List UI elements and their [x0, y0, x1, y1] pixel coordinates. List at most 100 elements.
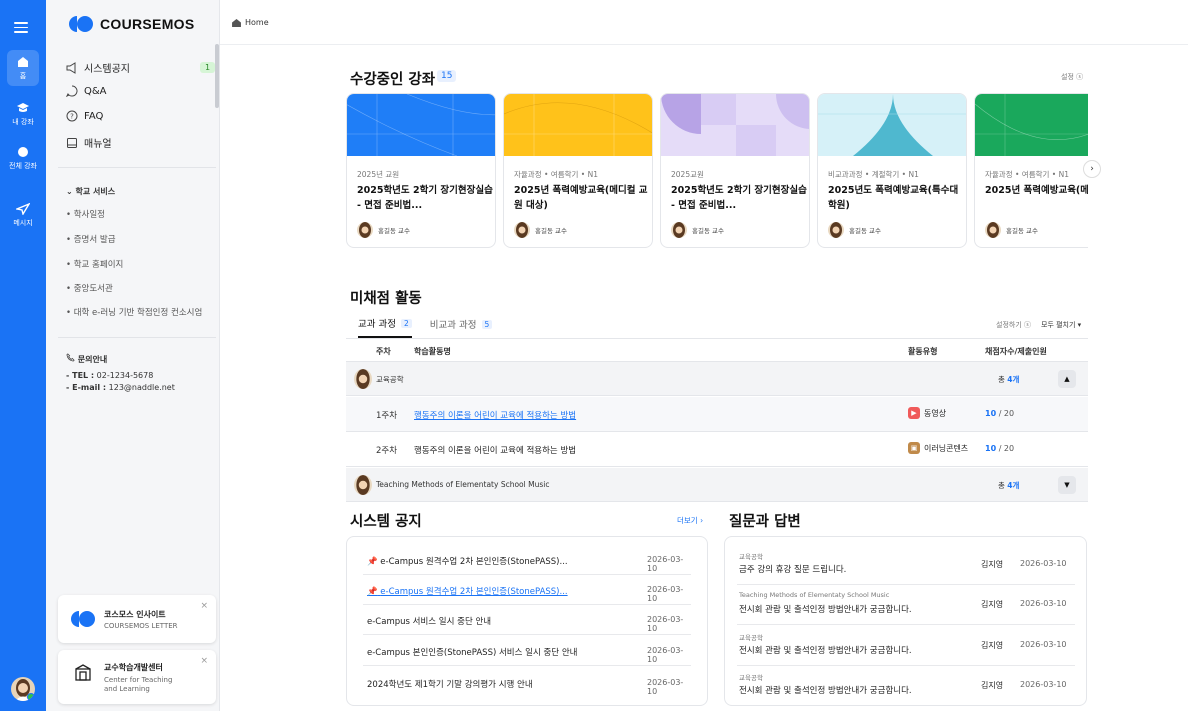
group-name: 교육공학	[376, 375, 404, 384]
notice-title: e-Campus 원격수업 2차 본인인증(StonePASS)...	[380, 587, 568, 597]
course-group-row[interactable]: 교육공학 총 4개 ▲	[346, 362, 1088, 396]
nav-item-notices[interactable]: 시스템공지 1	[66, 60, 216, 75]
course-card[interactable]: 자율과정 • 여름학기 • N1 2025년 폭력예방교육(메디컬 교원 대상)…	[503, 93, 653, 248]
qna-author: 김지영	[981, 560, 1004, 569]
carousel-next-button[interactable]: ›	[1083, 160, 1101, 178]
tab-extracurricular[interactable]: 비교과 과정 5	[430, 316, 493, 338]
notices-panel: 📌 e-Campus 원격수업 2차 본인인증(StonePASS)... 20…	[346, 536, 708, 706]
notice-date: 2026-03-10	[647, 555, 684, 573]
course-title: 2025년 폭력예방교육(메디컬 교원 대상)	[985, 185, 1088, 196]
logo[interactable]: COURSEMOS	[68, 15, 195, 33]
menu-icon[interactable]	[14, 22, 28, 36]
ungraded-table-header: 주차 학습활동명 활동유형 채점자수/제출인원	[346, 338, 1088, 362]
group-name: Teaching Methods of Elementaty School Mu…	[376, 480, 550, 489]
course-group-row[interactable]: Teaching Methods of Elementaty School Mu…	[346, 468, 1088, 502]
promo-card-ctl[interactable]: 교수학습개발센터 Center for Teaching and Learnin…	[58, 650, 216, 704]
icon-rail: 홈 내 강좌 전체 강좌 메시지	[0, 0, 46, 711]
help-circle-icon: ?	[66, 110, 78, 122]
course-professor: 홍길동 교수	[985, 222, 1038, 238]
close-icon[interactable]: ×	[200, 656, 208, 666]
notice-item[interactable]: 📌 e-Campus 원격수업 2차 본인인증(StonePASS)... 20…	[363, 575, 691, 605]
activity-link[interactable]: 행동주의 이론을 어린이 교육에 적용하는 방법	[414, 444, 576, 456]
email-value: 123@naddle.net	[108, 383, 175, 392]
activity-row[interactable]: 1주차 행동주의 이론을 어린이 교육에 적용하는 방법 ▶ 동영상 10 / 2…	[346, 397, 1088, 432]
section-title: 학교 서비스	[75, 187, 116, 196]
course-thumbnail	[975, 94, 1088, 156]
link-library[interactable]: • 중앙도서관	[66, 282, 113, 294]
total-prefix: 총	[998, 375, 1005, 384]
rail-label: 전체 강좌	[9, 162, 37, 170]
course-card[interactable]: 자율과정 • 여름학기 • N1 2025년 폭력예방교육(메디컬 교원 대상)…	[974, 93, 1088, 248]
link-academic-calendar[interactable]: • 학사일정	[66, 208, 105, 220]
tel-label: - TEL :	[66, 371, 95, 380]
group-total: 총 4개	[998, 480, 1019, 491]
notice-title: e-Campus 서비스 일시 중단 안내	[367, 617, 492, 627]
online-status-dot	[27, 693, 35, 701]
person-icon	[987, 222, 999, 238]
nav-item-faq[interactable]: ? FAQ	[66, 110, 103, 122]
link-school-homepage[interactable]: • 학교 홈페이지	[66, 258, 123, 270]
professor-name: 홍길동 교수	[1006, 227, 1038, 235]
promo-card-insight[interactable]: 코스모스 인사이트 COURSEMOS LETTER ×	[58, 595, 216, 643]
tab-label: 교과 과정	[358, 319, 396, 330]
expand-all-button[interactable]: 모두 펼치기 ▾	[1041, 320, 1081, 330]
notice-item[interactable]: e-Campus 본인인증(StonePASS) 서비스 일시 중단 안내 20…	[363, 636, 691, 666]
email-label: - E-mail :	[66, 383, 107, 392]
course-card[interactable]: 2025년 교원 2025학년도 2학기 장기현장실습 - 면접 준비법... …	[346, 93, 496, 248]
home-icon	[18, 57, 28, 67]
qna-category: 교육공학	[739, 553, 763, 561]
activity-link[interactable]: 행동주의 이론을 어린이 교육에 적용하는 방법	[414, 409, 576, 421]
rail-item-my-courses[interactable]: 내 강좌	[0, 102, 46, 127]
link-certificate[interactable]: • 증명서 발급	[66, 233, 116, 245]
notice-item[interactable]: 📌 e-Campus 원격수업 2차 본인인증(StonePASS)... 20…	[363, 545, 691, 575]
promo-subtitle: Center for Teaching and Learning	[104, 676, 173, 693]
qna-date: 2026-03-10	[1020, 559, 1067, 568]
qna-item[interactable]: 교육공학 금주 강의 휴강 질문 드립니다. 김지영 2026-03-10	[737, 545, 1075, 585]
course-card[interactable]: 비교과과정 • 계절학기 • N1 2025년도 폭력예방교육(특수대학원) 홍…	[817, 93, 967, 248]
rail-item-all-courses[interactable]: 전체 강좌	[0, 146, 46, 171]
tab-curricular[interactable]: 교과 과정 2	[358, 316, 412, 338]
top-bar: Home	[220, 0, 1188, 45]
notice-text: 📌 e-Campus 원격수업 2차 본인인증(StonePASS)...	[367, 585, 568, 597]
col-graded: 채점자수/제출인원	[985, 347, 1047, 356]
qna-question: 전시회 관람 및 출석인정 방법안내가 궁금합니다.	[739, 686, 912, 696]
nav-item-manual[interactable]: 매뉴얼	[66, 135, 112, 150]
rail-item-home[interactable]: 홈	[0, 50, 46, 86]
notices-more-link[interactable]: 더보기 ›	[677, 515, 703, 526]
notice-item[interactable]: e-Campus 서비스 일시 중단 안내 2026-03-10	[363, 605, 691, 635]
courses-settings-button[interactable]: 설정 ⓢ	[1061, 72, 1083, 82]
school-service-toggle[interactable]: ⌄ 학교 서비스	[66, 186, 115, 197]
expand-button[interactable]: ▼	[1058, 476, 1076, 494]
breadcrumb[interactable]: Home	[232, 18, 269, 27]
link-label: 증명서 발급	[73, 235, 116, 245]
coursemos-logo-icon	[69, 16, 93, 32]
graded-done: 10	[985, 444, 997, 453]
qna-item[interactable]: 교육공학 전시회 관람 및 출석인정 방법안내가 궁금합니다. 김지영 2026…	[737, 666, 1075, 706]
tel-value: 02-1234-5678	[96, 371, 154, 380]
activity-row[interactable]: 2주차 행동주의 이론을 어린이 교육에 적용하는 방법 ▣ 이러닝콘텐츠 10 …	[346, 432, 1088, 467]
avatar	[828, 222, 844, 238]
link-consortium[interactable]: • 대학 e-러닝 기반 학점인정 컨소시엄	[66, 306, 202, 318]
qna-item[interactable]: 교육공학 전시회 관람 및 출석인정 방법안내가 궁금합니다. 김지영 2026…	[737, 626, 1075, 666]
chat-icon	[66, 85, 78, 97]
notice-item[interactable]: 2024학년도 제1학기 기말 강의평가 시행 안내 2026-03-10	[363, 668, 691, 698]
breadcrumb-home: Home	[245, 18, 269, 27]
user-avatar[interactable]	[11, 677, 35, 701]
nav-item-qna[interactable]: Q&A	[66, 85, 107, 97]
megaphone-icon	[66, 61, 76, 74]
sidebar-scrollbar[interactable]	[215, 44, 219, 108]
qna-item[interactable]: Teaching Methods of Elementaty School Mu…	[737, 585, 1075, 625]
notice-date: 2026-03-10	[647, 678, 684, 696]
globe-icon	[18, 147, 28, 157]
close-icon[interactable]: ×	[200, 601, 208, 611]
graded-count: 10 / 20	[985, 444, 1014, 453]
send-icon	[16, 203, 30, 215]
qna-category: 교육공학	[739, 674, 763, 682]
ungraded-settings-button[interactable]: 설정하기 ⓢ	[996, 320, 1031, 330]
collapse-button[interactable]: ▲	[1058, 370, 1076, 388]
elearning-icon: ▣	[908, 442, 920, 454]
course-card[interactable]: 2025교원 2025학년도 2학기 장기현장실습 - 면접 준비법... 홍길…	[660, 93, 810, 248]
rail-item-messages[interactable]: 메시지	[0, 203, 46, 228]
graded-total: / 20	[998, 444, 1015, 453]
qna-question: 전시회 관람 및 출석인정 방법안내가 궁금합니다.	[739, 605, 912, 615]
